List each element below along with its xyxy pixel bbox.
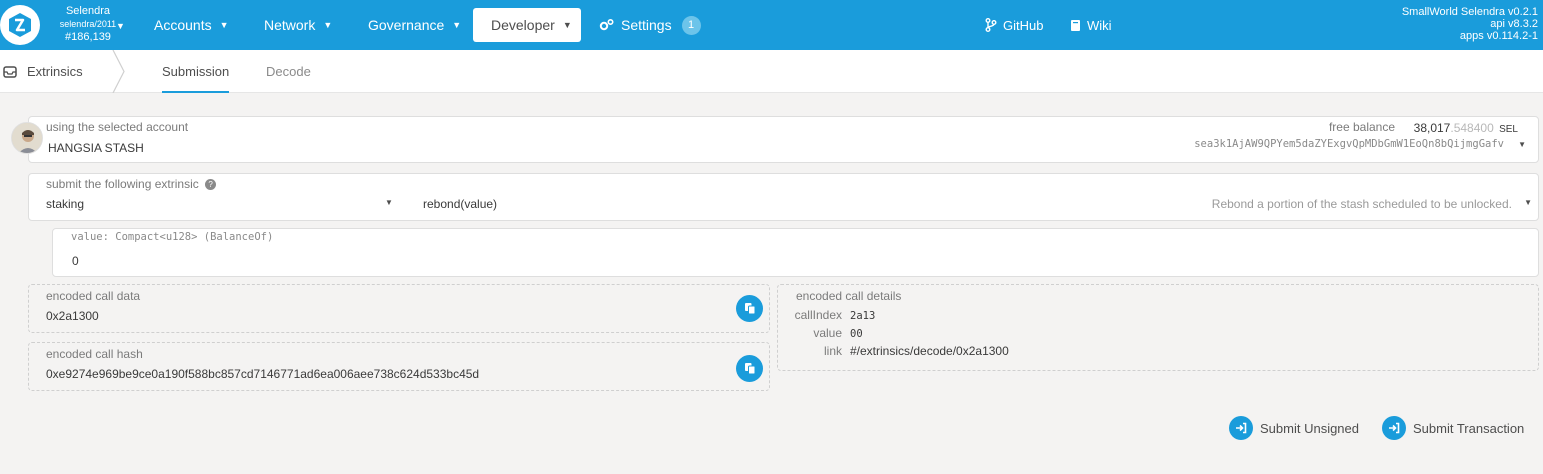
version-info: SmallWorld Selendra v0.2.1 api v8.3.2 ap… [1402, 6, 1538, 42]
inbox-icon [3, 65, 17, 78]
value-input-field[interactable]: value: Compact<u128> (BalanceOf) 0 [52, 228, 1539, 277]
chevron-down-icon[interactable]: ▼ [116, 21, 125, 31]
section-title: Extrinsics [0, 50, 83, 93]
help-icon[interactable]: ? [205, 179, 217, 191]
copy-call-data-button[interactable] [736, 295, 763, 322]
submit-unsigned-button[interactable]: Submit Unsigned [1229, 416, 1359, 440]
chevron-down-icon: ▼ [1524, 198, 1532, 207]
nav-network[interactable]: Network ▼ [264, 8, 332, 42]
chevron-down-icon: ▼ [323, 20, 333, 30]
nav-network-label: Network [264, 17, 316, 33]
sign-in-icon [1382, 416, 1406, 440]
nav-governance-label: Governance [368, 17, 445, 33]
balance-unit: SEL [1499, 124, 1518, 135]
method-value: rebond(value) [423, 197, 498, 211]
free-balance-label: free balance [1328, 120, 1395, 134]
method-description: Rebond a portion of the stash scheduled … [1211, 197, 1512, 211]
encoded-call-hash: encoded call hash 0xe9274e969be9ce0a190f… [28, 342, 770, 391]
chevron-down-icon: ▼ [385, 198, 393, 207]
detail-value: 2a13 [850, 310, 876, 322]
code-branch-icon [985, 18, 997, 32]
apps-version: apps v0.114.2-1 [1459, 30, 1538, 42]
extrinsic-label-text: submit the following extrinsic [46, 177, 199, 191]
detail-value: 00 [850, 328, 863, 340]
balance-integer: 38,017 [1413, 121, 1451, 135]
gears-icon [599, 18, 614, 31]
sub-navbar: Extrinsics Submission Decode [0, 50, 1543, 93]
book-icon [1071, 19, 1080, 31]
section-title-label: Extrinsics [27, 64, 83, 79]
decode-link[interactable]: #/extrinsics/decode/0x2a1300 [850, 344, 1009, 358]
selendra-logo-icon[interactable] [0, 5, 40, 45]
nav-accounts[interactable]: Accounts ▼ [154, 8, 229, 42]
top-navbar: Selendra selendra/2011 #186,139 ▼ Accoun… [0, 0, 1543, 50]
encoded-call-data-label: encoded call data [46, 289, 141, 303]
method-dropdown[interactable]: rebond(value) Rebond a portion of the st… [409, 194, 1534, 220]
copy-icon [744, 363, 755, 375]
encoded-call-details: encoded call details callIndex 2a13 valu… [777, 284, 1539, 371]
chain-name: Selendra [65, 5, 111, 17]
tab-submission-label: Submission [162, 64, 230, 79]
encoded-call-hash-label: encoded call hash [46, 347, 143, 361]
nav-governance[interactable]: Governance ▼ [368, 8, 461, 42]
nav-developer-label: Developer [491, 17, 555, 33]
avatar [11, 122, 43, 154]
value-input[interactable]: 0 [72, 254, 79, 268]
extrinsic-label: submit the following extrinsic ? [46, 177, 217, 191]
balance-decimals: .548400 [1450, 121, 1494, 135]
account-name: HANGSIA STASH [48, 141, 144, 155]
detail-key: link [823, 344, 842, 358]
nav-developer[interactable]: Developer ▼ [473, 8, 581, 42]
chevron-down-icon: ▼ [562, 20, 572, 30]
node-version: SmallWorld Selendra v0.2.1 [1401, 6, 1538, 18]
chevron-down-icon: ▼ [219, 20, 229, 30]
detail-row-value: value 00 [778, 326, 863, 340]
chevron-separator-icon [112, 50, 125, 93]
detail-row-callindex: callIndex 2a13 [778, 308, 876, 322]
nav-settings-label: Settings [621, 17, 672, 33]
module-value: staking [46, 197, 85, 211]
encoded-call-data: encoded call data 0x2a1300 [28, 284, 770, 333]
sign-in-icon [1229, 416, 1253, 440]
nav-accounts-label: Accounts [154, 17, 212, 33]
settings-count-badge: 1 [681, 15, 701, 35]
account-address: sea3k1AjAW9QPYem5daZYExgvQpMDbGmW1EoQn8b… [1194, 138, 1504, 150]
copy-icon [744, 303, 755, 315]
chevron-down-icon: ▼ [452, 20, 462, 30]
encoded-call-details-label: encoded call details [796, 289, 902, 303]
value-param-label: value: Compact<u128> (BalanceOf) [71, 231, 274, 243]
account-selector[interactable]: using the selected account HANGSIA STASH… [28, 116, 1539, 163]
chevron-down-icon[interactable]: ▼ [1518, 140, 1526, 149]
wiki-link[interactable]: Wiki [1070, 8, 1112, 42]
submit-unsigned-label: Submit Unsigned [1260, 420, 1359, 436]
github-link[interactable]: GitHub [985, 8, 1043, 42]
api-version: api v8.3.2 [1490, 18, 1538, 30]
free-balance-value: 38,017.548400 SEL [1414, 121, 1518, 135]
detail-key: value [813, 326, 842, 340]
submit-transaction-label: Submit Transaction [1413, 420, 1525, 436]
block-number: #186,139 [65, 31, 111, 43]
tab-decode-label: Decode [266, 64, 311, 79]
detail-key: callIndex [794, 308, 842, 322]
account-label: using the selected account [46, 120, 189, 134]
detail-row-link: link #/extrinsics/decode/0x2a1300 [778, 344, 1009, 358]
tab-submission[interactable]: Submission [149, 50, 242, 93]
module-dropdown[interactable]: staking ▼ [29, 194, 404, 220]
copy-call-hash-button[interactable] [736, 355, 763, 382]
wiki-label: Wiki [1087, 17, 1112, 33]
encoded-call-data-value: 0x2a1300 [46, 309, 99, 323]
github-label: GitHub [1003, 17, 1044, 33]
tab-decode[interactable]: Decode [266, 50, 311, 93]
submit-transaction-button[interactable]: Submit Transaction [1382, 416, 1524, 440]
nav-settings[interactable]: Settings 1 [599, 8, 701, 42]
encoded-call-hash-value: 0xe9274e969be9ce0a190f588bc857cd7146771a… [46, 367, 480, 381]
extrinsic-selector: submit the following extrinsic ? staking… [28, 173, 1539, 221]
